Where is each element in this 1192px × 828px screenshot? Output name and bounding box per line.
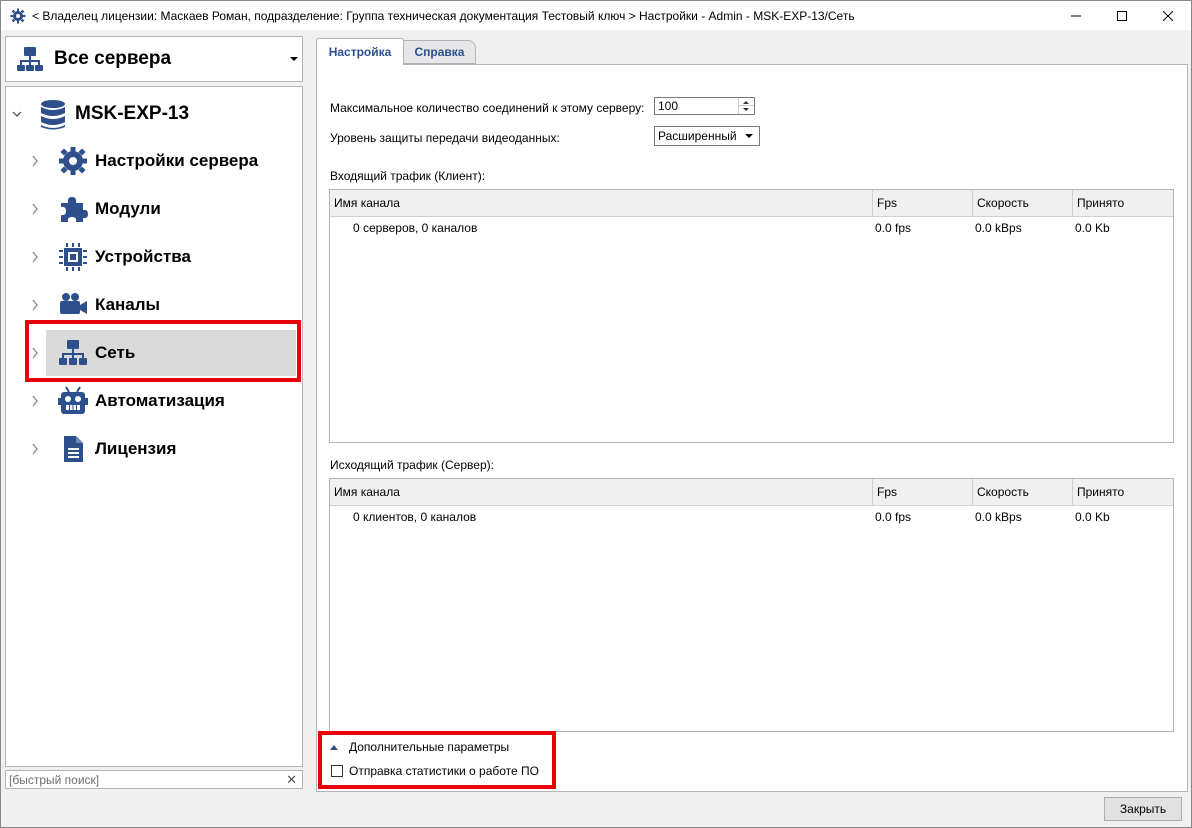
tree-root-label: MSK-EXP-13 <box>75 103 190 124</box>
tree-item-server-settings[interactable]: Настройки сервера <box>6 138 302 184</box>
chevron-right-icon[interactable] <box>30 299 40 311</box>
protection-level-value: Расширенный <box>658 129 737 143</box>
chevron-right-icon[interactable] <box>30 203 40 215</box>
incoming-traffic-table: Имя канала Fps Скорость Принято 0 сервер… <box>329 189 1174 443</box>
database-icon <box>41 100 65 130</box>
tab-settings[interactable]: Настройка <box>316 38 404 65</box>
minimize-button[interactable] <box>1053 1 1099 31</box>
chevron-right-icon[interactable] <box>30 395 40 407</box>
tree-item-label: Модули <box>95 199 161 218</box>
column-header[interactable]: Fps <box>873 190 973 217</box>
title-bar: < Владелец лицензии: Маскаев Роман, подр… <box>0 0 1192 30</box>
column-header[interactable]: Принято <box>1073 190 1173 217</box>
table-cell: 0.0 fps <box>875 510 912 524</box>
close-window-button[interactable] <box>1145 1 1191 31</box>
tree-item-license[interactable]: Лицензия <box>6 426 302 472</box>
highlight-frame <box>25 320 301 382</box>
tree-item-label: Лицензия <box>95 439 177 458</box>
column-header[interactable]: Имя канала <box>330 190 873 217</box>
tree-item-label: Устройства <box>95 247 191 266</box>
table-cell: 0.0 kBps <box>975 221 1022 235</box>
close-button[interactable]: Закрыть <box>1104 797 1182 821</box>
chevron-right-icon[interactable] <box>30 155 40 167</box>
chevron-right-icon[interactable] <box>30 251 40 263</box>
close-icon <box>1163 11 1173 21</box>
max-connections-label: Максимальное количество соединений к это… <box>330 101 645 115</box>
clear-icon[interactable]: ✕ <box>286 772 297 788</box>
highlight-frame <box>318 731 556 789</box>
table-cell: 0.0 kBps <box>975 510 1022 524</box>
puzzle-icon <box>61 197 88 222</box>
settings-panel: Максимальное количество соединений к это… <box>316 64 1188 792</box>
chevron-down-icon[interactable] <box>12 109 22 119</box>
tree-item-label: Автоматизация <box>95 391 225 410</box>
settings-tree: MSK-EXP-13 Настройки сервера Модули Устр… <box>5 86 303 767</box>
server-selector[interactable]: Все сервера <box>5 36 303 82</box>
protection-level-label: Уровень защиты передачи видеоданных: <box>330 131 560 145</box>
tree-item-modules[interactable]: Модули <box>6 186 302 232</box>
arrow-up-icon[interactable] <box>743 101 749 104</box>
camera-icon <box>60 293 87 314</box>
chevron-down-icon <box>290 57 298 61</box>
column-header[interactable]: Принято <box>1073 479 1173 506</box>
protection-level-select[interactable]: Расширенный <box>654 126 760 146</box>
robot-icon <box>58 386 88 414</box>
column-header[interactable]: Имя канала <box>330 479 873 506</box>
chevron-down-icon <box>745 134 753 138</box>
tree-item-label: Каналы <box>95 295 161 314</box>
table-cell: 0.0 fps <box>875 221 912 235</box>
arrow-down-icon[interactable] <box>743 108 749 111</box>
column-header[interactable]: Fps <box>873 479 973 506</box>
quick-search: ✕ <box>5 770 303 789</box>
incoming-traffic-title: Входящий трафик (Клиент): <box>330 169 486 183</box>
gear-icon <box>10 8 26 23</box>
outgoing-traffic-title: Исходящий трафик (Сервер): <box>330 458 494 472</box>
column-header[interactable]: Скорость <box>973 479 1073 506</box>
table-cell: 0.0 Kb <box>1075 510 1110 524</box>
chip-icon <box>59 243 87 271</box>
chevron-right-icon[interactable] <box>30 443 40 455</box>
tab-help[interactable]: Справка <box>404 40 476 64</box>
minimize-icon <box>1071 15 1081 17</box>
outgoing-traffic-table: Имя канала Fps Скорость Принято 0 клиент… <box>329 478 1174 732</box>
table-header: Имя канала Fps Скорость Принято <box>330 190 1173 217</box>
table-header: Имя канала Fps Скорость Принято <box>330 479 1173 506</box>
window-title: < Владелец лицензии: Маскаев Роман, подр… <box>32 8 855 23</box>
table-cell: 0 серверов, 0 каналов <box>353 221 478 235</box>
tree-item-label: Настройки сервера <box>95 151 259 170</box>
max-connections-stepper[interactable] <box>654 97 755 115</box>
table-cell: 0.0 Kb <box>1075 221 1110 235</box>
server-selector-label: Все сервера <box>54 48 172 69</box>
maximize-icon <box>1117 11 1127 21</box>
gear-icon <box>59 147 87 175</box>
max-connections-input[interactable] <box>655 98 733 114</box>
quick-search-input[interactable] <box>6 772 276 787</box>
table-cell: 0 клиентов, 0 каналов <box>353 510 477 524</box>
tree-root-server[interactable]: MSK-EXP-13 <box>6 95 302 135</box>
maximize-button[interactable] <box>1099 1 1145 31</box>
tree-item-automation[interactable]: Автоматизация <box>6 378 302 424</box>
stepper-divider <box>739 105 754 106</box>
stepper-arrows[interactable] <box>738 98 754 114</box>
column-header[interactable]: Скорость <box>973 190 1073 217</box>
document-icon <box>64 436 83 462</box>
tree-item-devices[interactable]: Устройства <box>6 234 302 280</box>
network-icon <box>17 47 43 71</box>
